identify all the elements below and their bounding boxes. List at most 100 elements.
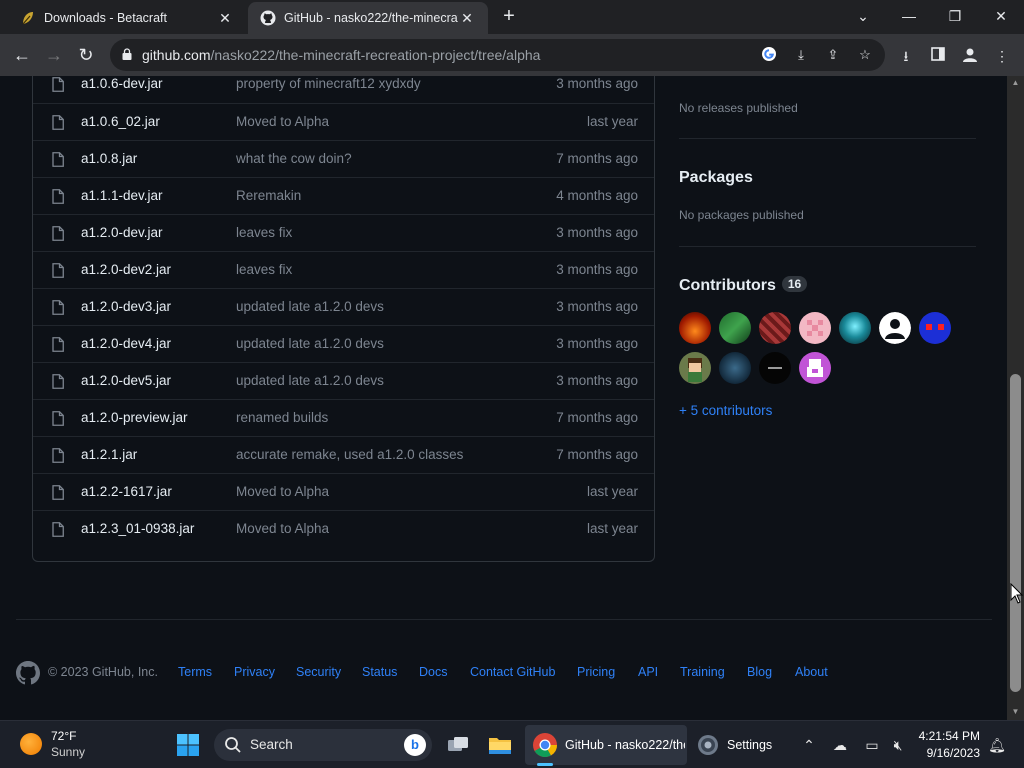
footer-link-api[interactable]: API xyxy=(638,665,658,679)
settings-gear-icon[interactable] xyxy=(694,731,722,759)
file-row[interactable]: a1.0.6_02.jar Moved to Alpha last year xyxy=(33,103,654,140)
footer-link-docs[interactable]: Docs xyxy=(419,665,447,679)
commit-message-link[interactable]: Moved to Alpha xyxy=(236,521,329,536)
tab-search-chevron-icon[interactable]: ⌄ xyxy=(843,4,883,28)
chrome-menu-icon[interactable]: ⋮ xyxy=(992,46,1012,66)
file-name-link[interactable]: a1.2.0-preview.jar xyxy=(81,410,188,425)
footer-link-terms[interactable]: Terms xyxy=(178,665,212,679)
weather-sun-icon[interactable] xyxy=(20,733,42,755)
scroll-down-arrow-icon[interactable]: ▼ xyxy=(1010,707,1021,717)
footer-link-training[interactable]: Training xyxy=(680,665,725,679)
file-row[interactable]: a1.1.1-dev.jar Reremakin 4 months ago xyxy=(33,177,654,214)
forward-arrow-icon[interactable]: → xyxy=(42,43,66,67)
bookmark-star-icon[interactable]: ☆ xyxy=(856,46,874,64)
more-contributors-link[interactable]: + 5 contributors xyxy=(679,403,772,418)
notifications-bell-icon[interactable]: 🔔︎ xyxy=(988,736,1006,754)
packages-heading[interactable]: Packages xyxy=(679,169,976,187)
file-name-link[interactable]: a1.0.6-dev.jar xyxy=(81,76,163,91)
taskbar-search-box[interactable]: Search b xyxy=(214,729,432,761)
install-app-icon[interactable]: ⤓ xyxy=(792,46,810,64)
scrollbar-thumb[interactable] xyxy=(1010,374,1021,692)
chrome-icon[interactable] xyxy=(531,731,559,759)
reload-icon[interactable]: ↻ xyxy=(74,43,98,67)
contributor-avatar[interactable] xyxy=(679,352,711,384)
footer-link-pricing[interactable]: Pricing xyxy=(577,665,615,679)
file-row[interactable]: a1.0.6-dev.jar property of minecraft12 xy… xyxy=(33,76,654,103)
file-name-link[interactable]: a1.2.0-dev.jar xyxy=(81,225,163,240)
contributors-heading[interactable]: Contributors 16 xyxy=(679,276,976,295)
file-row[interactable]: a1.2.0-dev.jar leaves fix 3 months ago xyxy=(33,214,654,251)
file-row[interactable]: a1.2.3_01-0938.jar Moved to Alpha last yea… xyxy=(33,510,654,547)
footer-link-contact[interactable]: Contact GitHub xyxy=(470,665,555,679)
file-name-link[interactable]: a1.2.2-1617.jar xyxy=(81,484,172,499)
settings-app-label[interactable]: Settings xyxy=(727,738,772,752)
file-name-link[interactable]: a1.2.1.jar xyxy=(81,447,137,462)
commit-message-link[interactable]: Moved to Alpha xyxy=(236,484,329,499)
commit-message-link[interactable]: Reremakin xyxy=(236,188,301,203)
commit-message-link[interactable]: updated late a1.2.0 devs xyxy=(236,299,384,314)
commit-message-link[interactable]: updated late a1.2.0 devs xyxy=(236,373,384,388)
contributor-avatar[interactable] xyxy=(759,312,791,344)
back-arrow-icon[interactable]: ← xyxy=(10,43,34,67)
close-tab-icon[interactable]: ✕ xyxy=(458,10,476,27)
file-row[interactable]: a1.2.0-dev2.jar leaves fix 3 months ago xyxy=(33,251,654,288)
contributor-avatar[interactable] xyxy=(879,312,911,344)
address-bar[interactable]: github.com/nasko222/the-minecraft-recrea… xyxy=(110,39,885,71)
file-name-link[interactable]: a1.2.3_01-0938.jar xyxy=(81,521,194,536)
share-icon[interactable]: ⇪ xyxy=(824,46,842,64)
github-logo-icon[interactable] xyxy=(16,661,40,685)
file-row[interactable]: a1.2.0-dev5.jar updated late a1.2.0 devs 3… xyxy=(33,362,654,399)
side-panel-icon[interactable] xyxy=(928,46,948,66)
page-scrollbar[interactable]: ▲ ▼ xyxy=(1007,76,1024,720)
restore-icon[interactable]: ❐ xyxy=(935,4,975,28)
close-tab-icon[interactable]: ✕ xyxy=(216,10,234,27)
file-name-link[interactable]: a1.0.6_02.jar xyxy=(81,114,160,129)
tab-github[interactable]: GitHub - nasko222/the-minecraft-recreati… xyxy=(248,2,488,34)
file-name-link[interactable]: a1.2.0-dev3.jar xyxy=(81,299,171,314)
profile-icon[interactable] xyxy=(960,46,980,66)
contributor-avatar[interactable] xyxy=(719,352,751,384)
file-name-link[interactable]: a1.2.0-dev4.jar xyxy=(81,336,171,351)
tab-downloads-betacraft[interactable]: Downloads - Betacraft ✕ xyxy=(8,2,246,34)
contributor-avatar[interactable] xyxy=(919,312,951,344)
task-view-icon[interactable] xyxy=(444,731,472,759)
tray-overflow-chevron-icon[interactable]: ⌃ xyxy=(800,736,818,754)
footer-link-status[interactable]: Status xyxy=(362,665,397,679)
file-name-link[interactable]: a1.2.0-dev2.jar xyxy=(81,262,171,277)
commit-message-link[interactable]: leaves fix xyxy=(236,225,292,240)
file-name-link[interactable]: a1.2.0-dev5.jar xyxy=(81,373,171,388)
file-row[interactable]: a1.2.0-dev4.jar updated late a1.2.0 devs 3… xyxy=(33,325,654,362)
clock-time[interactable]: 4:21:54 PM xyxy=(919,729,980,743)
weather-condition[interactable]: Sunny xyxy=(51,745,85,759)
commit-message-link[interactable]: accurate remake, used a1.2.0 classes xyxy=(236,447,463,462)
url-text[interactable]: github.com/nasko222/the-minecraft-recrea… xyxy=(142,47,540,63)
contributor-avatar[interactable] xyxy=(839,312,871,344)
commit-message-link[interactable]: what the cow doin? xyxy=(236,151,352,166)
commit-message-link[interactable]: renamed builds xyxy=(236,410,328,425)
file-row[interactable]: a1.2.0-dev3.jar updated late a1.2.0 devs 3… xyxy=(33,288,654,325)
contributor-avatar[interactable] xyxy=(759,352,791,384)
file-row[interactable]: a1.2.2-1617.jar Moved to Alpha last year xyxy=(33,473,654,510)
contributor-avatar[interactable] xyxy=(799,312,831,344)
windows-start-icon[interactable] xyxy=(176,733,200,757)
commit-message-link[interactable]: leaves fix xyxy=(236,262,292,277)
footer-link-about[interactable]: About xyxy=(795,665,828,679)
file-row[interactable]: a1.0.8.jar what the cow doin? 7 months ago xyxy=(33,140,654,177)
file-name-link[interactable]: a1.0.8.jar xyxy=(81,151,137,166)
display-icon[interactable]: ▭ xyxy=(863,736,881,754)
weather-temperature[interactable]: 72°F xyxy=(51,729,76,743)
footer-link-blog[interactable]: Blog xyxy=(747,665,772,679)
file-explorer-icon[interactable] xyxy=(486,731,514,759)
commit-message-link[interactable]: updated late a1.2.0 devs xyxy=(236,336,384,351)
contributor-avatar[interactable] xyxy=(799,352,831,384)
commit-message-link[interactable]: Moved to Alpha xyxy=(236,114,329,129)
footer-link-security[interactable]: Security xyxy=(296,665,341,679)
minimize-icon[interactable]: — xyxy=(889,4,929,28)
footer-link-privacy[interactable]: Privacy xyxy=(234,665,275,679)
volume-muted-icon[interactable]: 🔇︎ xyxy=(889,736,907,754)
commit-message-link[interactable]: property of minecraft12 xydxdy xyxy=(236,76,421,91)
bing-icon[interactable]: b xyxy=(404,734,426,756)
downloads-icon[interactable]: ⭳ xyxy=(896,46,916,66)
file-row[interactable]: a1.2.0-preview.jar renamed builds 7 months… xyxy=(33,399,654,436)
clock-date[interactable]: 9/16/2023 xyxy=(927,746,980,760)
